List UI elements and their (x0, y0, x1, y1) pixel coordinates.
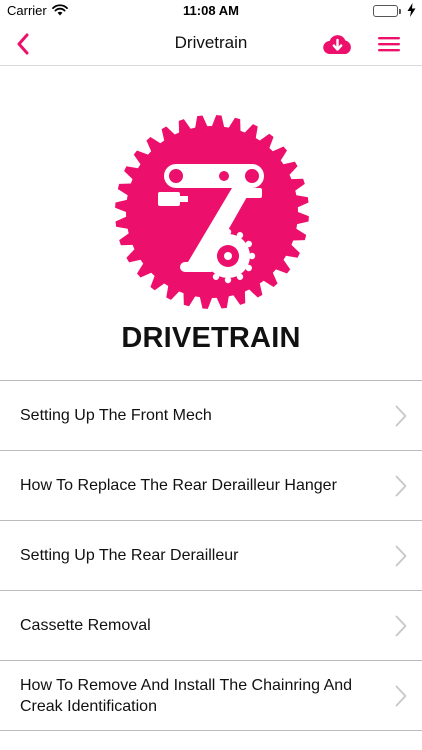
topic-label: Cassette Removal (20, 617, 151, 634)
battery-icon (373, 5, 398, 17)
topic-label: Setting Up The Rear Derailleur (20, 547, 239, 564)
chevron-right-icon (395, 685, 407, 707)
category-heading: DRIVETRAIN (121, 322, 301, 354)
topic-label: How To Replace The Rear Derailleur Hange… (20, 477, 337, 494)
topic-row[interactable]: How To Remove And Install The Chainring … (0, 661, 422, 731)
category-header: DRIVETRAIN (0, 66, 422, 380)
chevron-right-icon (395, 405, 407, 427)
chevron-right-icon (395, 615, 407, 637)
clock: 11:08 AM (183, 3, 239, 18)
navigation-bar: Drivetrain (0, 22, 422, 66)
chevron-right-icon (395, 475, 407, 497)
download-button[interactable] (321, 30, 353, 58)
charging-bolt-icon (407, 3, 416, 22)
page-title: Drivetrain (174, 33, 248, 52)
rear-derailleur-icon (114, 114, 310, 310)
topic-list: Setting Up The Front Mech How To Replace… (0, 380, 422, 731)
menu-button[interactable] (376, 32, 402, 56)
topic-row[interactable]: How To Replace The Rear Derailleur Hange… (0, 451, 422, 521)
back-button[interactable] (8, 28, 38, 60)
status-bar: Carrier 11:08 AM (0, 0, 422, 22)
chevron-left-icon (17, 33, 29, 55)
topic-row[interactable]: Setting Up The Rear Derailleur (0, 521, 422, 591)
topic-row[interactable]: Setting Up The Front Mech (0, 381, 422, 451)
hamburger-menu-icon (378, 37, 400, 52)
battery-tip (399, 9, 401, 14)
topic-row[interactable]: Cassette Removal (0, 591, 422, 661)
topic-label: How To Remove And Install The Chainring … (20, 676, 353, 715)
cloud-download-icon (322, 34, 351, 54)
topic-label: Setting Up The Front Mech (20, 407, 212, 424)
chevron-right-icon (395, 545, 407, 567)
